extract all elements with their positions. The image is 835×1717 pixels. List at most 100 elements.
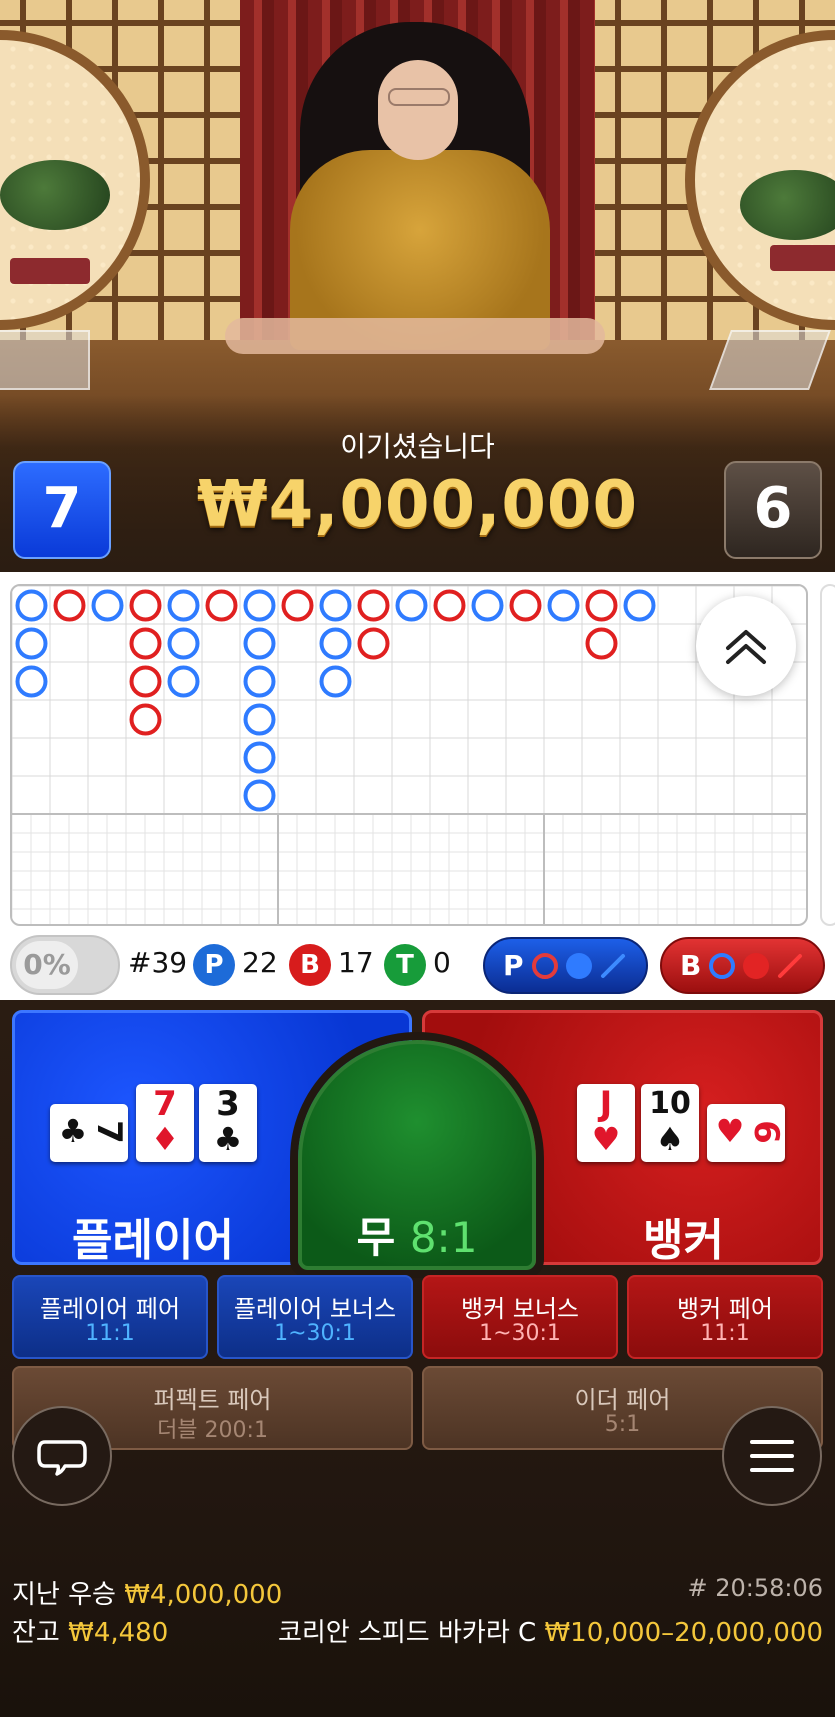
win-message: 이기셨습니다 <box>340 430 495 463</box>
percentage-toggle[interactable]: 0% <box>10 935 120 995</box>
big-road-player-mark <box>319 589 352 622</box>
big-road-player-mark <box>243 703 276 736</box>
big-road-banker-mark <box>357 589 390 622</box>
collapse-roadmap-button[interactable] <box>696 596 796 696</box>
big-road-player-mark <box>15 589 48 622</box>
right-bonsai-pot <box>770 245 835 271</box>
big-road-player-mark <box>319 665 352 698</box>
chevron-double-up-icon <box>726 630 766 664</box>
predict-small-road-icon <box>565 952 592 979</box>
chat-button[interactable] <box>12 1406 112 1506</box>
side-bet-odds: 11:1 <box>85 1321 135 1346</box>
banker-win-count: 17 <box>338 946 374 979</box>
player-bonus-bet[interactable]: 플레이어 보너스 1~30:1 <box>217 1275 413 1359</box>
tie-count: 0 <box>433 946 451 979</box>
road-grid <box>12 586 806 924</box>
tie-odds: 8:1 <box>409 1213 478 1262</box>
card-suit: ♠ <box>655 1120 685 1158</box>
card-rank: 6 <box>746 1120 786 1144</box>
card-rank: 7 <box>153 1084 177 1124</box>
side-bet-name: 뱅커 보너스 <box>460 1295 580 1323</box>
win-amount: ₩4,000,000 <box>197 468 638 542</box>
side-bet-odds: 1~30:1 <box>274 1321 356 1346</box>
player-pair-bet[interactable]: 플레이어 페어 11:1 <box>12 1275 208 1359</box>
big-road-banker-mark <box>585 589 618 622</box>
big-road-player-mark <box>623 589 656 622</box>
balance-row: 잔고 ₩4,480 <box>12 1612 168 1649</box>
predict-cockroach-icon <box>778 953 803 978</box>
big-road-player-mark <box>243 665 276 698</box>
big-road-player-mark <box>243 627 276 660</box>
big-road-banker-mark <box>509 589 542 622</box>
big-road-banker-mark <box>129 665 162 698</box>
round-timestamp: # 20:58:06 <box>687 1574 823 1602</box>
banker-bet-label: 뱅커 <box>643 1215 724 1266</box>
tie-bet-label: 무 8:1 <box>298 1204 536 1265</box>
left-bonsai <box>0 160 110 230</box>
player-ask-letter: P <box>503 949 524 982</box>
card-rank: 7 <box>89 1120 129 1144</box>
hamburger-menu-icon <box>750 1440 794 1472</box>
side-bet-name: 플레이어 보너스 <box>233 1295 397 1323</box>
card-rank: 3 <box>216 1084 240 1124</box>
card-suit: ♣ <box>58 1112 88 1150</box>
big-road-banker-mark <box>281 589 314 622</box>
big-road-banker-mark <box>129 627 162 660</box>
last-win-amount: ₩4,000,000 <box>124 1580 283 1610</box>
side-bet-name: 뱅커 페어 <box>677 1295 773 1323</box>
banker-pair-bet[interactable]: 뱅커 페어 11:1 <box>627 1275 823 1359</box>
card-rank: J <box>599 1084 613 1124</box>
big-road-banker-mark <box>433 589 466 622</box>
banker-card-3: ♥ 6 <box>707 1104 786 1162</box>
table-name: 코리안 스피드 바카라 C <box>277 1618 537 1648</box>
big-road-player-mark <box>243 779 276 812</box>
last-win-label: 지난 우승 <box>12 1580 116 1610</box>
big-road-player-mark <box>167 665 200 698</box>
big-road-banker-mark <box>357 627 390 660</box>
player-win-count: 22 <box>242 946 278 979</box>
player-ask-road-button[interactable]: P <box>483 937 648 994</box>
predict-cockroach-icon <box>600 953 625 978</box>
card-suit: ♦ <box>150 1120 180 1158</box>
balance-amount: ₩4,480 <box>68 1618 169 1648</box>
card-shoe <box>0 330 90 390</box>
big-road-banker-mark <box>585 627 618 660</box>
card-suit: ♥ <box>591 1120 621 1158</box>
big-road-player-mark <box>547 589 580 622</box>
dealer-glasses <box>388 88 450 106</box>
left-bonsai-pot <box>10 258 90 284</box>
big-road-banker-mark <box>129 703 162 736</box>
secondary-board-peek <box>820 584 835 926</box>
player-stat-badge: P <box>193 944 235 986</box>
player-card-3: ♣ 7 <box>50 1104 129 1162</box>
big-road-player-mark <box>167 627 200 660</box>
shoe-round-number: #39 <box>128 946 188 979</box>
balance-label: 잔고 <box>12 1618 60 1648</box>
player-card-1: 7 ♦ <box>136 1084 194 1162</box>
scoreboard[interactable] <box>10 584 808 926</box>
card-suit: ♥ <box>715 1112 745 1150</box>
big-road-banker-mark <box>129 589 162 622</box>
predict-big-eye-icon <box>709 952 736 979</box>
big-road-player-mark <box>243 589 276 622</box>
tie-stat-badge: T <box>384 944 426 986</box>
big-road-banker-mark <box>53 589 86 622</box>
big-road-player-mark <box>471 589 504 622</box>
side-bet-name: 플레이어 페어 <box>39 1295 181 1323</box>
banker-ask-road-button[interactable]: B <box>660 937 825 994</box>
chat-bubble-icon <box>37 1440 87 1476</box>
banker-card-1: J ♥ <box>577 1084 635 1162</box>
dealer-face <box>378 60 458 160</box>
percentage-toggle-label: 0% <box>16 941 78 989</box>
big-road-player-mark <box>15 665 48 698</box>
player-card-2: 3 ♣ <box>199 1084 257 1162</box>
big-road-player-mark <box>91 589 124 622</box>
last-win-row: 지난 우승 ₩4,000,000 <box>12 1574 282 1611</box>
predict-big-eye-icon <box>531 952 558 979</box>
banker-bonus-bet[interactable]: 뱅커 보너스 1~30:1 <box>422 1275 618 1359</box>
menu-button[interactable] <box>722 1406 822 1506</box>
side-bet-odds: 1~30:1 <box>479 1321 561 1346</box>
side-bet-odds: 11:1 <box>700 1321 750 1346</box>
big-road-player-mark <box>167 589 200 622</box>
bet-limits: ₩10,000–20,000,000 <box>544 1618 823 1648</box>
